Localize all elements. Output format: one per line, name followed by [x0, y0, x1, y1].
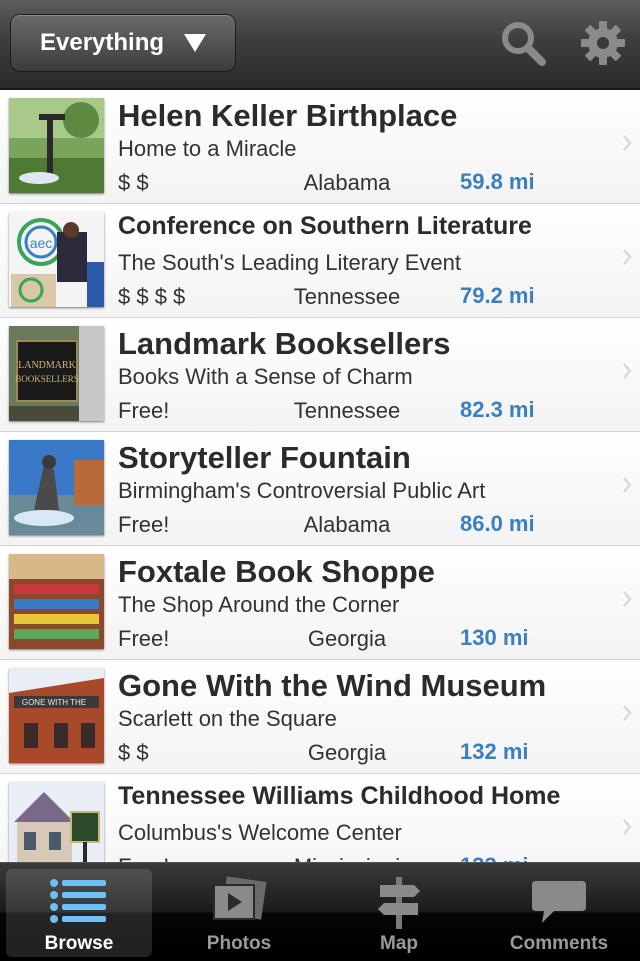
- item-title: Foxtale Book Shoppe: [118, 554, 435, 589]
- item-title: Tennessee Williams Childhood Home: [118, 782, 561, 810]
- foxtale-book-shoppe-thumbnail: [9, 554, 104, 649]
- item-subtitle: The Shop Around the Corner: [118, 592, 400, 617]
- filter-label: Everything: [39, 29, 165, 56]
- tab-map[interactable]: Map: [326, 869, 472, 957]
- tab-label: Comments: [509, 933, 609, 954]
- landmark-booksellers-thumbnail: LANDMARK BOOKSELLERS: [9, 326, 104, 421]
- chevron-right-icon: [623, 363, 632, 379]
- item-price: $ $ $ $: [118, 284, 186, 309]
- photos-icon: [213, 876, 267, 920]
- gone-with-the-wind-museum-thumbnail: GONE WITH THE: [9, 668, 104, 763]
- filter-dropdown-button[interactable]: Everything: [10, 14, 236, 72]
- item-state: Alabama: [303, 512, 391, 537]
- chevron-right-icon: [623, 591, 632, 607]
- tab-browse[interactable]: Browse: [6, 869, 152, 957]
- item-price: Free!: [118, 398, 170, 423]
- item-distance: 79.2 mi: [460, 283, 535, 308]
- item-title: Conference on Southern Literature: [118, 212, 532, 240]
- search-icon[interactable]: [498, 18, 548, 68]
- list-item[interactable]: Tennessee Williams Childhood Home Columb…: [0, 774, 640, 862]
- svg-text:aec: aec: [30, 235, 53, 251]
- item-title: Gone With the Wind Museum: [118, 668, 547, 703]
- item-title: Helen Keller Birthplace: [118, 98, 458, 133]
- chevron-right-icon: [623, 249, 632, 265]
- helen-keller-birthplace-thumbnail: [9, 98, 104, 193]
- tab-label: Map: [380, 933, 418, 954]
- item-price: Free!: [118, 512, 170, 537]
- item-state: Georgia: [307, 626, 387, 651]
- tab-comments[interactable]: Comments: [486, 869, 632, 957]
- tab-photos[interactable]: Photos: [166, 869, 312, 957]
- dropdown-triangle-icon: [184, 34, 207, 52]
- list-item[interactable]: Helen Keller Birthplace Home to a Miracl…: [0, 90, 640, 204]
- item-state: Mississippi: [288, 854, 406, 862]
- item-price: Free!: [118, 626, 170, 651]
- item-distance: 132 mi: [460, 739, 529, 764]
- tab-bar: Browse Photos Map Comments: [0, 862, 640, 961]
- chevron-right-icon: [623, 819, 632, 835]
- svg-text:GONE WITH THE: GONE WITH THE: [22, 698, 86, 707]
- chevron-right-icon: [623, 477, 632, 493]
- chevron-right-icon: [623, 135, 632, 151]
- item-price: Free!: [118, 854, 169, 862]
- item-price: $ $: [118, 170, 149, 195]
- item-subtitle: Columbus's Welcome Center: [118, 820, 402, 845]
- item-state: Tennessee: [293, 284, 401, 309]
- item-title: Storyteller Fountain: [118, 440, 411, 475]
- item-price: $ $: [118, 740, 149, 765]
- list-item[interactable]: Storyteller Fountain Birmingham's Contro…: [0, 432, 640, 546]
- tab-label: Photos: [206, 933, 272, 954]
- item-distance: 133 mi: [460, 853, 590, 862]
- item-subtitle: Scarlett on the Square: [118, 706, 337, 731]
- storyteller-fountain-thumbnail: [9, 440, 104, 535]
- item-state: Tennessee: [293, 398, 401, 423]
- item-subtitle: Birmingham's Controversial Public Art: [118, 478, 486, 503]
- item-state: Georgia: [307, 740, 387, 765]
- svg-text:LANDMARK: LANDMARK: [18, 360, 77, 371]
- places-list: Helen Keller Birthplace Home to a Miracl…: [0, 90, 640, 862]
- item-distance: 86.0 mi: [460, 511, 535, 536]
- speech-bubble-icon: [532, 881, 586, 923]
- svg-text:BOOKSELLERS: BOOKSELLERS: [15, 374, 79, 384]
- item-subtitle: The South's Leading Literary Event: [118, 250, 461, 275]
- list-item[interactable]: Foxtale Book Shoppe The Shop Around the …: [0, 546, 640, 660]
- item-title: Landmark Booksellers: [118, 326, 451, 361]
- item-state: Alabama: [303, 170, 391, 195]
- list-item[interactable]: aec Conference on Southern Literature Th…: [0, 204, 640, 318]
- item-distance: 59.8 mi: [460, 169, 535, 194]
- tennessee-williams-home-thumbnail: [9, 782, 104, 862]
- item-distance: 130 mi: [460, 625, 529, 650]
- list-item[interactable]: LANDMARK BOOKSELLERS Landmark Bookseller…: [0, 318, 640, 432]
- item-subtitle: Home to a Miracle: [118, 136, 297, 161]
- chevron-right-icon: [623, 705, 632, 721]
- tab-label: Browse: [44, 933, 114, 954]
- gear-icon[interactable]: [578, 18, 628, 68]
- item-distance: 82.3 mi: [460, 397, 535, 422]
- list-icon: [50, 879, 106, 923]
- conference-thumbnail: aec: [9, 212, 104, 307]
- top-navigation-bar: Everything: [0, 0, 640, 90]
- list-item[interactable]: GONE WITH THE Gone With the Wind Museum …: [0, 660, 640, 774]
- item-subtitle: Books With a Sense of Charm: [118, 364, 413, 389]
- signpost-icon: [378, 877, 420, 929]
